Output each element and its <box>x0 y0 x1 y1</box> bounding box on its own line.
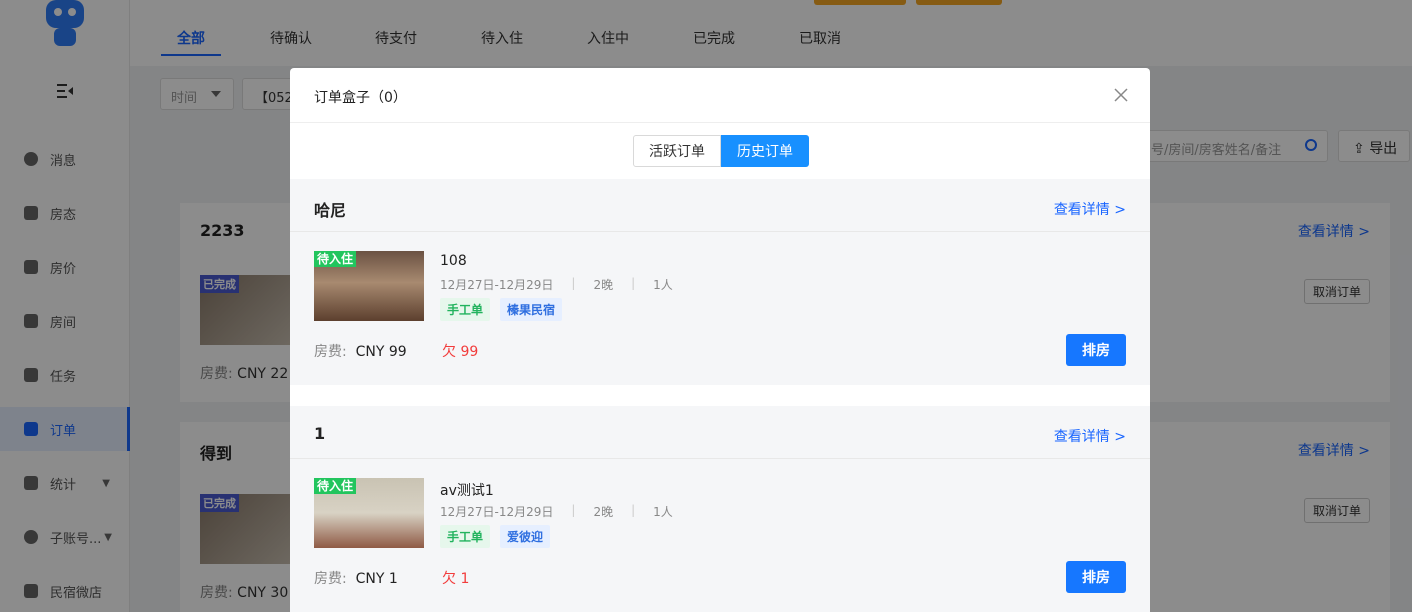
order-guest-name: 1 <box>314 424 326 443</box>
stay-meta: 12月27日-12月29日 | 2晚 | 1人 <box>440 503 673 520</box>
order-type-switch: 活跃订单 历史订单 <box>633 135 809 167</box>
order-guest-name: 哈尼 <box>314 201 347 220</box>
divider: | <box>571 276 576 290</box>
order-item-header: 1 查看详情 > <box>290 406 1150 459</box>
room-fee: 房费: CNY 1 <box>314 568 398 588</box>
fee-label: 房费: <box>314 344 347 360</box>
view-detail-link[interactable]: 查看详情 > <box>1054 199 1126 219</box>
modal-header: 订单盒子（0） <box>290 68 1150 123</box>
fee-label: 房费: <box>314 571 347 587</box>
assign-room-button[interactable]: 排房 <box>1066 334 1126 366</box>
room-fee: 房费: CNY 99 <box>314 341 407 361</box>
status-badge: 待入住 <box>314 478 357 494</box>
close-icon[interactable] <box>1112 86 1130 104</box>
active-orders-tab[interactable]: 活跃订单 <box>633 135 721 167</box>
status-badge: 待入住 <box>314 251 357 267</box>
guest-count: 1人 <box>653 505 673 519</box>
order-item: 哈尼 查看详情 > 待入住 108 12月27日-12月29日 | 2晚 | 1人 … <box>290 179 1150 385</box>
assign-room-button[interactable]: 排房 <box>1066 561 1126 593</box>
amount-owed: 欠 99 <box>442 344 479 360</box>
room-image: 待入住 <box>314 251 424 321</box>
history-orders-tab[interactable]: 历史订单 <box>721 135 809 167</box>
stay-dates: 12月27日-12月29日 <box>440 278 554 292</box>
channel-tag: 榛果民宿 <box>500 298 563 321</box>
channel-tag: 爱彼迎 <box>500 525 551 548</box>
room-number: 108 <box>440 253 467 269</box>
order-box-modal: 订单盒子（0） 活跃订单 历史订单 哈尼 查看详情 > 待入住 108 12月2… <box>290 68 1150 612</box>
fee-value: CNY 1 <box>355 571 398 587</box>
divider: | <box>631 276 636 290</box>
stay-dates: 12月27日-12月29日 <box>440 505 554 519</box>
view-detail-link[interactable]: 查看详情 > <box>1054 426 1126 446</box>
source-tag: 手工单 <box>440 525 491 548</box>
order-tags: 手工单 榛果民宿 <box>440 298 572 321</box>
divider: | <box>571 503 576 517</box>
room-number: av测试1 <box>440 483 494 499</box>
stay-nights: 2晚 <box>593 278 614 292</box>
amount-owed: 欠 1 <box>442 571 470 587</box>
stay-meta: 12月27日-12月29日 | 2晚 | 1人 <box>440 276 673 293</box>
modal-title: 订单盒子（0） <box>314 90 407 106</box>
guest-count: 1人 <box>653 278 673 292</box>
order-item-header: 哈尼 查看详情 > <box>290 179 1150 232</box>
order-tags: 手工单 爱彼迎 <box>440 525 560 548</box>
source-tag: 手工单 <box>440 298 491 321</box>
stay-nights: 2晚 <box>593 505 614 519</box>
room-image: 待入住 <box>314 478 424 548</box>
divider: | <box>631 503 636 517</box>
fee-value: CNY 99 <box>355 344 407 360</box>
order-item: 1 查看详情 > 待入住 av测试1 12月27日-12月29日 | 2晚 | 1人… <box>290 406 1150 612</box>
